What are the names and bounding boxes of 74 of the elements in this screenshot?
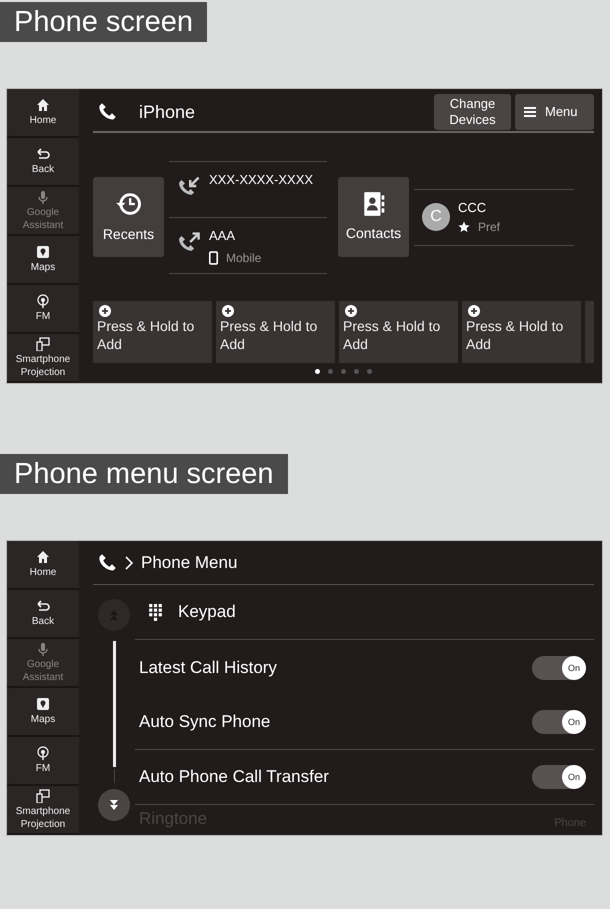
section-heading: Phone screen [0,2,207,42]
phone-icon [97,552,117,572]
sidebar-item[interactable]: Smartphone Projection [7,786,79,835]
map-pin-icon [36,245,50,259]
recents-button[interactable]: Recents [93,177,164,257]
menu-button[interactable]: Menu [515,94,594,130]
speed-dial-slot[interactable]: Press & Hold to Add [462,301,581,363]
call-log-entry[interactable]: AAA Mobile [169,216,327,272]
phone-icon [97,102,117,122]
screens-icon [36,788,50,802]
speed-dial-slot[interactable]: Press & Hold to Add [93,301,212,363]
microphone-icon [36,642,50,656]
back-icon [36,147,50,161]
page-indicator-dot[interactable] [328,369,333,374]
breadcrumb-title: Phone Menu [141,552,238,574]
section-heading: Phone menu screen [0,454,288,494]
page-indicator-dot[interactable] [367,369,372,374]
back-icon [36,599,50,613]
menu-row[interactable]: Auto Sync Phone On [135,695,594,750]
avatar-initial: C [422,203,450,231]
add-icon [345,305,357,317]
menu-row[interactable]: Keypad [135,585,594,640]
mobile-phone-icon [209,251,218,265]
menu-label: Latest Call History [139,656,277,679]
address-book-icon [362,190,384,216]
radio-icon [36,294,50,308]
sidebar-item[interactable]: Smartphone Projection [7,334,79,383]
home-icon [36,98,50,112]
sidebar-item[interactable]: FM [7,737,79,786]
speed-dial-slot[interactable]: Press & Hold to Add [216,301,335,363]
speed-dial-slot[interactable]: Press & Hold to Add [339,301,458,363]
sidebar-item[interactable]: Home [7,541,79,590]
contacts-button[interactable]: Contacts [338,177,409,257]
menu-label: Auto Sync Phone [139,711,270,734]
add-icon [468,305,480,317]
caller-name: XXX-XXXX-XXXX [209,170,314,188]
menu-row[interactable]: Auto Phone Call Transfer On [135,750,594,805]
page-indicator-dot[interactable] [354,369,359,374]
toggle-switch[interactable]: On [532,710,586,734]
star-icon [458,220,470,233]
menu-icon [523,106,537,118]
double-arrow-down-icon [108,799,120,811]
radio-icon [36,746,50,760]
menu-label: Keypad [178,601,236,624]
page-indicator-dot[interactable] [341,369,346,374]
add-icon [222,305,234,317]
map-pin-icon [36,697,50,711]
sidebar-item[interactable]: Back [7,590,79,639]
add-icon [99,305,111,317]
caller-name: AAA [209,226,236,244]
sidebar-item[interactable]: Back [7,138,79,187]
sidebar-item[interactable]: Maps [7,688,79,737]
favorite-label: Pref [478,218,500,236]
change-devices-button[interactable]: Change Devices [434,94,511,130]
scroll-bottom-button[interactable] [98,789,130,821]
number-type: Mobile [226,250,262,267]
keypad-icon [149,604,162,620]
contact-entry[interactable]: C CCC Pref [414,188,574,244]
toggle-switch[interactable]: On [532,765,586,789]
microphone-icon [36,190,50,204]
page-indicator-dot[interactable] [315,369,320,374]
screens-icon [36,336,50,350]
call-log-entry[interactable]: XXX-XXXX-XXXX [169,160,327,216]
contact-name: CCC [458,199,488,218]
menu-label: Auto Phone Call Transfer [139,766,329,788]
sidebar-item[interactable]: Home [7,89,79,138]
screen-title: iPhone [139,100,196,124]
toggle-switch[interactable]: On [532,656,586,680]
home-icon [36,550,50,564]
menu-row[interactable]: Latest Call History On [135,640,594,695]
sidebar-item[interactable]: FM [7,285,79,334]
chevron-right-icon [125,556,133,570]
sidebar-item[interactable]: Maps [7,236,79,285]
outgoing-call-icon [177,230,201,254]
